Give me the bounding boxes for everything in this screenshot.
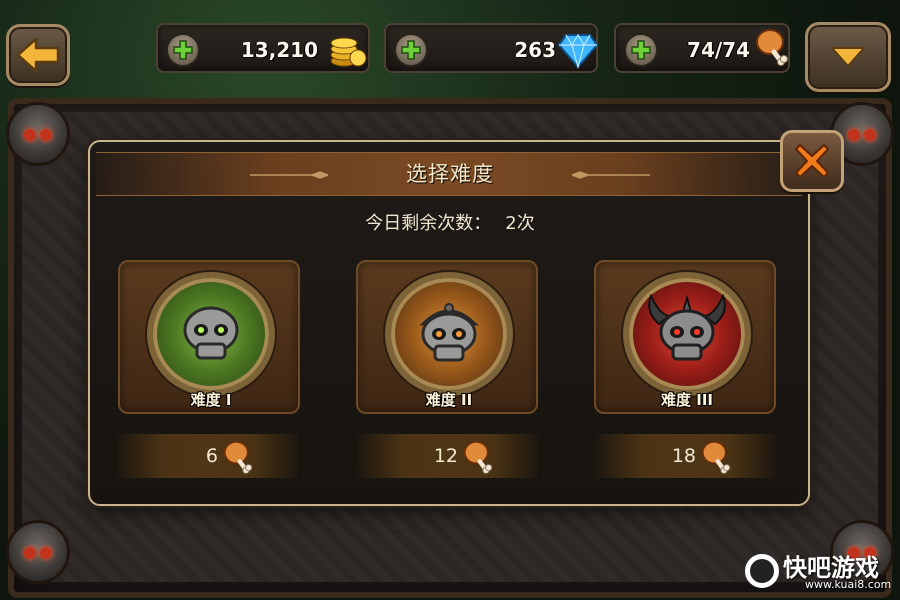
- back-button[interactable]: [6, 24, 70, 86]
- stamina-cost: 12: [433, 445, 458, 467]
- horned-skull-icon: [648, 294, 726, 361]
- difficulty-label: 难度 II: [425, 391, 473, 409]
- remaining-value: 2次: [505, 213, 535, 234]
- cost-bar-2: 12: [358, 434, 538, 478]
- dialog-title: 选择难度: [406, 162, 494, 186]
- skull-ornament-icon: [6, 102, 70, 166]
- skull-icon: [183, 306, 239, 360]
- add-diamond-button[interactable]: [394, 33, 428, 67]
- stamina-amount: 74/74: [687, 38, 750, 62]
- difficulty-label: 难度 I: [190, 391, 232, 409]
- dropdown-menu-button[interactable]: [805, 22, 891, 92]
- difficulty-card-1[interactable]: 难度 I: [118, 260, 300, 414]
- close-icon: [795, 144, 829, 178]
- plus-icon: [401, 40, 421, 60]
- difficulty-card-3[interactable]: 难度 III: [594, 260, 776, 414]
- blue-diamond-icon: [558, 33, 598, 69]
- skull-helmet-icon: [419, 303, 479, 362]
- gold-coins-icon: [330, 37, 367, 67]
- difficulty-medal: 难度 II: [385, 272, 513, 409]
- difficulty-medal: 难度 I: [147, 272, 275, 409]
- plus-icon: [173, 40, 193, 60]
- chevron-down-icon: [831, 47, 865, 67]
- meat-drumstick-icon: [223, 441, 253, 474]
- stamina-resource-box: 74/74: [614, 23, 790, 73]
- close-button[interactable]: [780, 130, 844, 192]
- watermark-url: www.kuai8.com: [805, 578, 892, 591]
- cost-bar-3: 18: [596, 434, 776, 478]
- difficulty-medal: 难度 III: [623, 272, 751, 409]
- site-watermark: 快吧游戏 www.kuai8.com: [745, 548, 895, 596]
- watermark-logo-icon: [745, 554, 779, 588]
- gold-resource-box: 13,210: [156, 23, 370, 73]
- difficulty-card-2[interactable]: 难度 II: [356, 260, 538, 414]
- add-stamina-button[interactable]: [624, 33, 658, 67]
- diamond-amount: 263: [514, 38, 556, 62]
- remaining-label: 今日剩余次数：: [365, 213, 492, 234]
- meat-drumstick-icon: [701, 441, 731, 474]
- meat-drumstick-icon: [756, 29, 788, 66]
- stamina-cost: 6: [205, 445, 218, 467]
- meat-drumstick-icon: [463, 441, 493, 474]
- stamina-cost: 18: [671, 445, 696, 467]
- cost-bar-1: 6: [118, 434, 298, 478]
- skull-ornament-icon: [6, 520, 70, 584]
- back-arrow-icon: [16, 37, 60, 73]
- add-gold-button[interactable]: [166, 33, 200, 67]
- diamond-resource-box: 263: [384, 23, 598, 73]
- plus-icon: [631, 40, 651, 60]
- difficulty-label: 难度 III: [661, 391, 713, 409]
- gold-amount: 13,210: [240, 38, 318, 62]
- remaining-attempts: 今日剩余次数： 2次: [0, 210, 900, 238]
